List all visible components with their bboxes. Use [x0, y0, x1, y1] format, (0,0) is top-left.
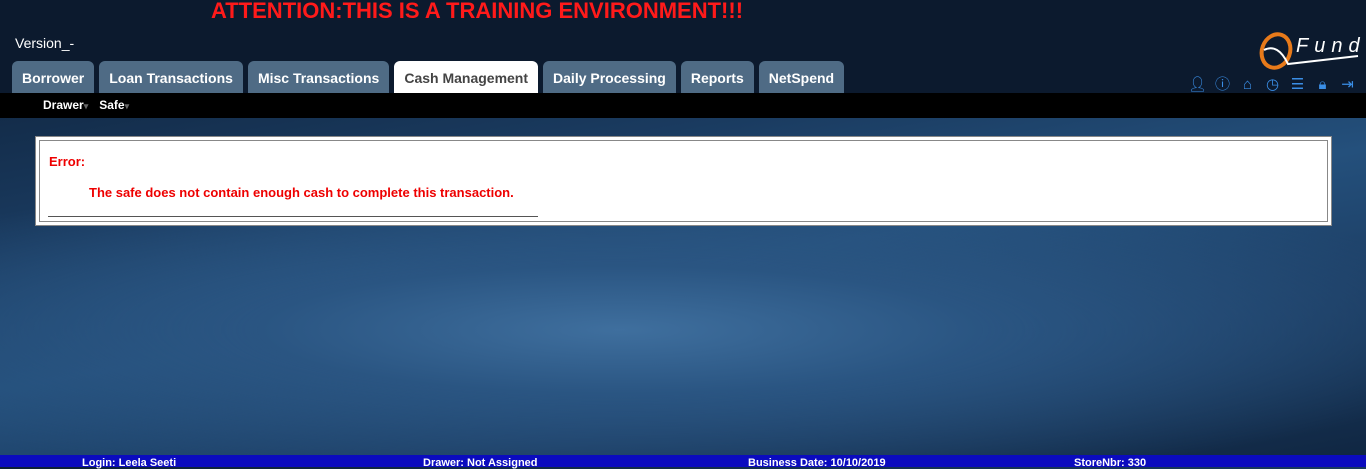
list-icon[interactable]: ☰ — [1288, 76, 1307, 93]
training-banner: ATTENTION:THIS IS A TRAINING ENVIRONMENT… — [211, 0, 744, 23]
sub-navigation: Drawer Safe — [0, 93, 1366, 118]
version-label: Version_- — [15, 35, 75, 51]
error-message: The safe does not contain enough cash to… — [89, 185, 514, 200]
main-tabs: Borrower Loan Transactions Misc Transact… — [12, 61, 845, 93]
toolbar-icons: 👤︎ ⓘ ⌂ ◷ ☰ 🔒︎ ⇥ — [1188, 76, 1357, 93]
tab-loan-transactions[interactable]: Loan Transactions — [99, 61, 243, 93]
logout-icon[interactable]: ⇥ — [1338, 76, 1357, 93]
error-panel: Error: The safe does not contain enough … — [35, 136, 1332, 226]
tab-reports[interactable]: Reports — [680, 61, 754, 93]
store-number: StoreNbr: 330 — [1074, 457, 1147, 469]
error-title: Error: — [49, 154, 86, 169]
lock-icon[interactable]: 🔒︎ — [1313, 76, 1332, 93]
tab-borrower[interactable]: Borrower — [12, 61, 95, 93]
status-bar: Login: Leela Seeti Drawer: Not Assigned … — [0, 455, 1366, 469]
tab-misc-transactions[interactable]: Misc Transactions — [247, 61, 390, 93]
svg-text:Fund: Fund — [1296, 35, 1362, 57]
tab-cash-management[interactable]: Cash Management — [394, 61, 539, 93]
divider — [48, 216, 538, 217]
user-icon[interactable]: 👤︎ — [1188, 76, 1207, 93]
tab-daily-processing[interactable]: Daily Processing — [543, 61, 676, 93]
home-icon[interactable]: ⌂ — [1238, 76, 1257, 93]
clock-icon[interactable]: ◷ — [1263, 76, 1282, 93]
info-icon[interactable]: ⓘ — [1213, 76, 1232, 93]
tab-netspend[interactable]: NetSpend — [758, 61, 845, 93]
menu-drawer[interactable]: Drawer — [43, 93, 88, 118]
login-status: Login: Leela Seeti — [82, 457, 177, 469]
qfund-logo: Fund — [1259, 32, 1362, 70]
header: ATTENTION:THIS IS A TRAINING ENVIRONMENT… — [0, 0, 1366, 93]
menu-safe[interactable]: Safe — [99, 93, 129, 118]
business-date: Business Date: 10/10/2019 — [748, 457, 886, 469]
drawer-status: Drawer: Not Assigned — [423, 457, 538, 469]
